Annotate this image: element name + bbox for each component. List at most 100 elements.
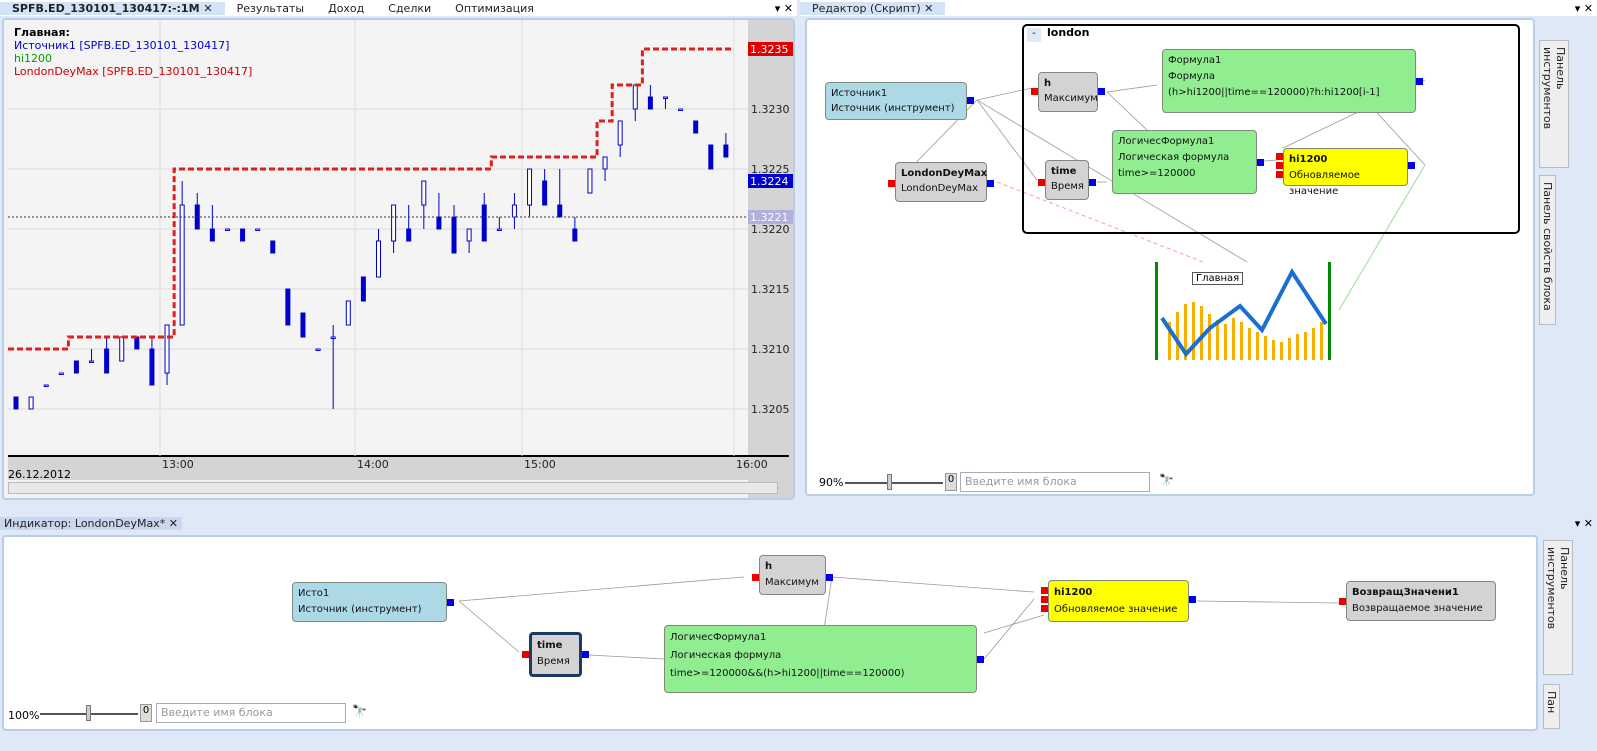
chart-panel: 1.3205 1.3210 1.3215 1.3220 1.3225 1.3230 13:0…	[2, 18, 795, 500]
menu-icon[interactable]: ▾ ✕	[1575, 517, 1597, 530]
binoculars-icon[interactable]: 🔭	[352, 704, 367, 718]
block-source[interactable]: Источник1 Источник (инструмент)	[825, 82, 974, 120]
block-title: time	[1051, 166, 1077, 177]
tab-chart[interactable]: SPFB.ED_130101_130417:-:1M ✕	[0, 1, 225, 15]
output-port[interactable]	[447, 599, 454, 606]
tab-indicator[interactable]: Индикатор: LondonDeyMax* ✕	[0, 516, 182, 530]
block-subtitle: Время	[537, 656, 570, 667]
close-icon[interactable]: ✕	[924, 2, 933, 15]
block-logic-formula[interactable]: ЛогичесФормула1 Логическая формула time>=1…	[1112, 130, 1264, 194]
input-port[interactable]	[1276, 162, 1283, 169]
block-title: hi1200	[1054, 587, 1093, 598]
input-port[interactable]	[1339, 598, 1346, 605]
block-formula[interactable]: Формула1 Формула (h>hi1200||time==120000)?…	[1162, 49, 1423, 113]
price-chart[interactable]: 1.32051.32101.32151.32201.32251.323013:0…	[4, 20, 793, 498]
input-port[interactable]	[752, 574, 759, 581]
block-londondeymax[interactable]: LondonDeyMax LondonDeyMax	[888, 162, 994, 202]
binoculars-icon[interactable]: 🔭	[1159, 473, 1174, 487]
block-h[interactable]: h Максимум	[1031, 72, 1105, 112]
candle	[58, 372, 64, 375]
horizontal-scrollbar[interactable]	[8, 482, 778, 494]
indicator-canvas[interactable]: Исто1 Источник (инструмент) h Максимум tim…	[2, 535, 1538, 731]
time-tick-label: 16:00	[736, 458, 768, 471]
input-port[interactable]	[1038, 179, 1045, 186]
input-port[interactable]	[1041, 596, 1048, 603]
block-subtitle: Время	[1051, 181, 1084, 192]
output-port[interactable]	[987, 180, 994, 187]
input-port[interactable]	[1031, 88, 1038, 95]
tab-income[interactable]: Доход	[316, 2, 376, 15]
block-logic-formula[interactable]: ЛогичесФормула1 Логическая формула time>=1…	[664, 625, 984, 693]
tab-tools-panel[interactable]: Панель инструментов	[1543, 540, 1573, 675]
menu-icon[interactable]: ▾ ✕	[775, 2, 797, 15]
candle	[376, 240, 381, 278]
output-port[interactable]	[977, 656, 984, 663]
input-port[interactable]	[522, 651, 529, 658]
block-source[interactable]: Исто1 Источник (инструмент)	[292, 582, 454, 622]
tab-block-properties[interactable]: Пан	[1543, 684, 1560, 729]
block-title: time	[537, 640, 563, 651]
output-port[interactable]	[1416, 78, 1423, 85]
tab-tools-panel[interactable]: Панель инструментов	[1539, 40, 1569, 168]
candle	[330, 336, 336, 339]
input-port[interactable]	[1041, 605, 1048, 612]
output-port[interactable]	[1408, 162, 1415, 169]
close-icon[interactable]: ✕	[203, 2, 212, 15]
candle	[662, 96, 668, 99]
menu-icon[interactable]: ▾ ✕	[1575, 2, 1597, 15]
block-hi1200[interactable]: hi1200 Обновляемое значение	[1041, 580, 1196, 622]
price-tick-label: 1.3215	[751, 283, 790, 296]
close-icon[interactable]: ✕	[169, 517, 178, 530]
editor-canvas[interactable]: - london Источник1 Источник (инструмент) …	[805, 18, 1535, 496]
price-tick-label: 1.3205	[751, 403, 790, 416]
output-port[interactable]	[1257, 159, 1264, 166]
candle	[678, 108, 684, 111]
block-search-input[interactable]: Введите имя блока	[960, 472, 1150, 492]
zoom-value: 0	[945, 473, 957, 491]
output-port[interactable]	[1089, 179, 1096, 186]
tab-editor[interactable]: Редактор (Скрипт) ✕	[800, 1, 946, 15]
date-label: 26.12.2012	[8, 468, 71, 481]
output-port[interactable]	[1098, 88, 1105, 95]
group-toggle[interactable]: -	[1027, 28, 1041, 42]
tab-label: Индикатор: LondonDeyMax*	[4, 516, 166, 530]
block-time[interactable]: time Время	[1038, 160, 1096, 200]
block-return-value[interactable]: ВозвращЗначени1 Возвращаемое значение	[1339, 581, 1496, 621]
input-port[interactable]	[888, 180, 895, 187]
price-tick-label: 1.3220	[751, 223, 790, 236]
tab-label: SPFB.ED_130101_130417:-:1M	[12, 1, 200, 15]
input-port[interactable]	[1041, 587, 1048, 594]
candle	[421, 180, 427, 206]
slider-thumb[interactable]	[86, 705, 91, 721]
chart-block-thumbnail[interactable]: Главная	[1155, 262, 1331, 360]
candle	[496, 228, 502, 231]
candle	[89, 360, 95, 363]
tab-block-properties[interactable]: Панель свойств блока	[1539, 175, 1556, 325]
output-port[interactable]	[826, 574, 833, 581]
candle	[481, 204, 487, 242]
zoom-slider[interactable]	[845, 474, 943, 490]
block-time[interactable]: time Время	[522, 632, 589, 677]
tab-results[interactable]: Результаты	[225, 2, 317, 15]
input-port[interactable]	[1276, 153, 1283, 160]
block-hi1200[interactable]: hi1200 Обновляемое значение	[1276, 148, 1415, 197]
slider-thumb[interactable]	[887, 474, 892, 490]
zoom-slider[interactable]	[40, 705, 138, 721]
candle	[436, 216, 442, 230]
output-port[interactable]	[967, 97, 974, 104]
tab-deals[interactable]: Сделки	[376, 2, 443, 15]
indicator-tabbar: Индикатор: LondonDeyMax* ✕ ▾ ✕	[0, 515, 1597, 531]
price-marker-label: 1.3221	[750, 211, 789, 224]
input-port[interactable]	[1276, 171, 1283, 178]
block-search-input[interactable]: Введите имя блока	[156, 703, 346, 723]
output-port[interactable]	[1189, 596, 1196, 603]
candle	[587, 168, 593, 194]
formula-expression: time>=120000	[1118, 168, 1196, 179]
price-axis	[748, 20, 793, 498]
tab-optimization[interactable]: Оптимизация	[443, 2, 546, 15]
block-subtitle: Логическая формула	[1118, 152, 1230, 163]
output-port[interactable]	[582, 651, 589, 658]
block-h[interactable]: h Максимум	[752, 555, 833, 595]
block-subtitle: Источник (инструмент)	[831, 103, 955, 114]
candle	[255, 228, 261, 231]
